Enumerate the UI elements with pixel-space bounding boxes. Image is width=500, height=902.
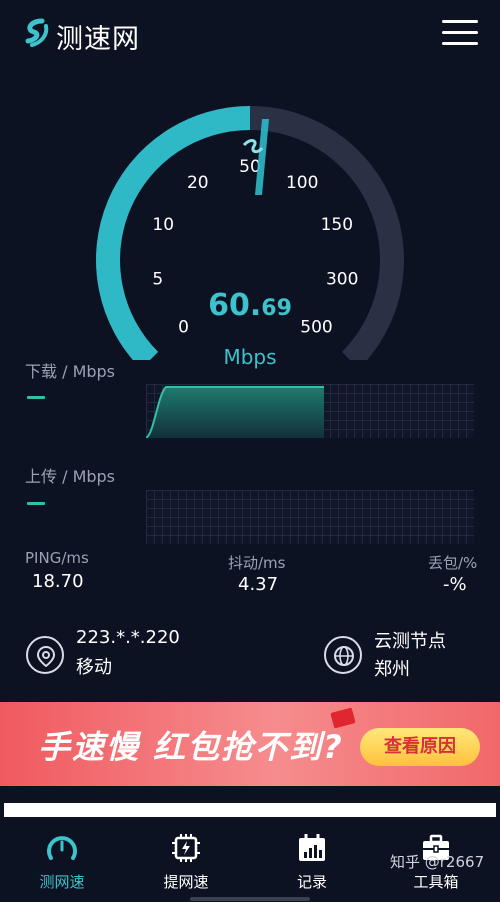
tab-toolbox-label: 工具箱	[413, 873, 459, 891]
speed-value: 60.69	[175, 288, 325, 323]
location-icon	[26, 636, 64, 674]
speed-integer: 60.	[208, 288, 262, 323]
gauge-tick-label: 300	[326, 269, 358, 289]
tab-speed-test-label: 测网速	[39, 873, 85, 891]
speedometer-icon	[47, 836, 77, 860]
logo-icon	[25, 18, 49, 47]
tab-boost[interactable]: 提网速	[141, 830, 231, 896]
calendar-chart-icon	[299, 834, 325, 861]
ping-value: 18.70	[32, 571, 84, 592]
upload-value	[27, 502, 45, 505]
server-node-city[interactable]: 郑州	[374, 656, 410, 684]
jitter-label: 抖动/ms	[228, 554, 286, 572]
app-header: 测速网	[0, 0, 500, 68]
loss-label: 丢包/%	[428, 554, 478, 572]
view-reason-button[interactable]: 查看原因	[360, 728, 480, 766]
tab-speed-test[interactable]: 测网速	[17, 830, 107, 896]
tab-history-label: 记录	[296, 873, 327, 891]
gauge-tick-label: 5	[152, 269, 163, 289]
divider-strip	[4, 803, 496, 817]
watermark: 知乎 @r2667	[390, 853, 485, 871]
server-node-label[interactable]: 云测节点	[374, 628, 446, 656]
upload-graph	[146, 490, 474, 544]
gauge-tick-label: 10	[152, 215, 174, 235]
chip-icon	[172, 834, 200, 862]
app-title: 测速网	[56, 24, 140, 55]
download-label: 下载 / Mbps	[25, 362, 116, 381]
jitter-value: 4.37	[238, 574, 279, 595]
gauge-tick-label: 100	[286, 173, 318, 193]
menu-icon	[442, 20, 478, 23]
isp-name: 移动	[76, 657, 112, 678]
home-indicator	[190, 897, 310, 901]
globe-icon	[324, 636, 362, 674]
gauge-tick-label: 150	[321, 215, 353, 235]
tab-boost-label: 提网速	[163, 873, 209, 891]
ad-banner-text: 手速慢 红包抢不到?	[38, 728, 344, 766]
ad-banner[interactable]: 手速慢 红包抢不到? 查看原因	[0, 702, 500, 786]
ip-address: 223.*.*.220	[76, 627, 180, 648]
download-graph	[146, 384, 474, 438]
tab-history[interactable]: 记录	[267, 830, 357, 896]
speed-unit: Mbps	[223, 345, 277, 369]
menu-button[interactable]	[442, 20, 478, 48]
download-value	[27, 396, 45, 399]
ping-label: PING/ms	[25, 549, 89, 567]
upload-label: 上传 / Mbps	[25, 467, 116, 486]
gauge-tick-label: 20	[187, 173, 209, 193]
loss-value: -%	[443, 574, 467, 595]
speed-decimal: 69	[261, 296, 292, 321]
speed-gauge: 0 5 10 20 50 100 150 300 500 60.69 Mbps	[0, 60, 500, 369]
